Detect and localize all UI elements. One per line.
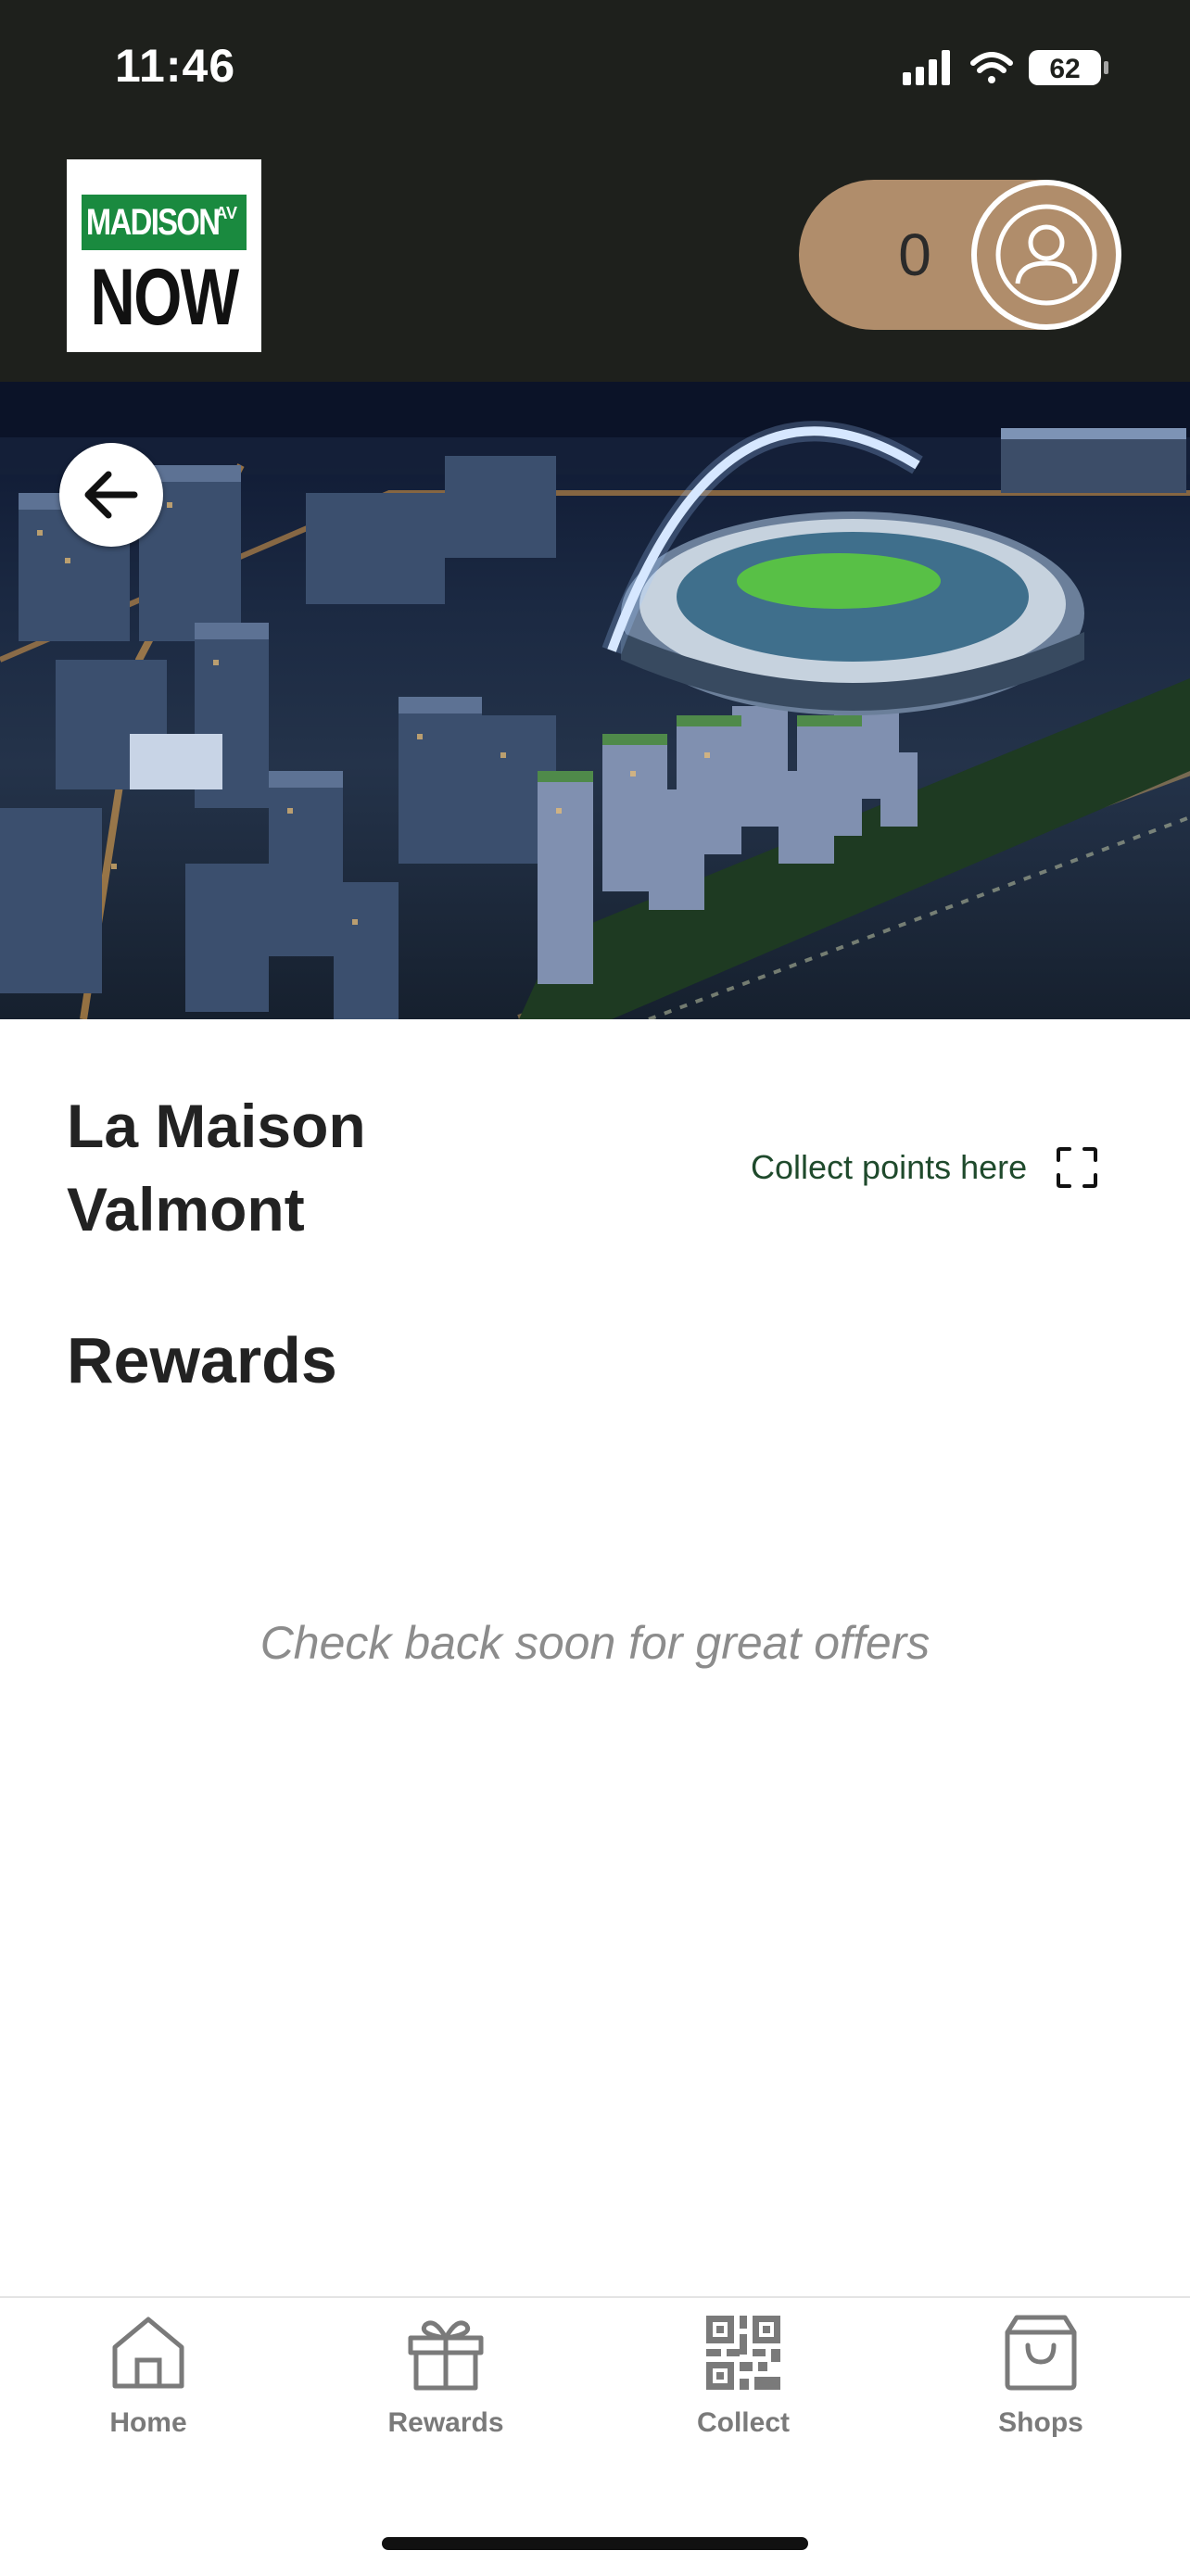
nav-collect-label: Collect bbox=[696, 2407, 791, 2438]
arrow-left-icon bbox=[84, 471, 138, 519]
status-icons: 62 bbox=[903, 44, 1116, 91]
logo-line1: MADISON bbox=[85, 201, 221, 243]
points-balance-pill[interactable]: 0 bbox=[799, 180, 1121, 330]
nav-rewards-label: Rewards bbox=[387, 2407, 504, 2438]
status-time: 11:46 bbox=[115, 40, 236, 92]
shopping-bag-icon bbox=[1005, 2315, 1077, 2391]
rewards-empty-message: Check back soon for great offers bbox=[260, 1617, 930, 1669]
store-hero-image bbox=[0, 382, 1190, 1019]
nav-shops-label: Shops bbox=[998, 2407, 1083, 2438]
logo-suffix: AV bbox=[215, 204, 237, 222]
nav-home-label: Home bbox=[109, 2407, 187, 2438]
points-value: 0 bbox=[898, 221, 931, 288]
logo-street-sign: MADISON AV bbox=[82, 195, 247, 250]
wifi-icon bbox=[970, 52, 1013, 83]
logo-line2: NOW bbox=[90, 253, 239, 342]
battery-level: 62 bbox=[1049, 54, 1080, 84]
battery-icon: 62 bbox=[1029, 50, 1108, 85]
app-header: 11:46 62 MADISON AV NOW 0 bbox=[0, 0, 1190, 382]
qr-code-icon bbox=[706, 2316, 780, 2390]
gift-icon bbox=[408, 2320, 484, 2391]
nav-shops[interactable]: Shops bbox=[948, 2311, 1133, 2450]
nav-collect[interactable]: Collect bbox=[651, 2311, 836, 2450]
scan-icon bbox=[1057, 1147, 1098, 1188]
store-name: La Maison Valmont bbox=[67, 1092, 366, 1244]
profile-button[interactable] bbox=[971, 180, 1121, 330]
rewards-heading: Rewards bbox=[67, 1324, 337, 1396]
user-icon bbox=[995, 204, 1097, 306]
nav-rewards[interactable]: Rewards bbox=[353, 2311, 538, 2450]
cellular-signal-icon bbox=[903, 50, 950, 85]
home-indicator bbox=[382, 2537, 808, 2550]
bottom-navigation: Home Rewards Collect Shops bbox=[0, 2296, 1190, 2576]
madison-av-now-logo[interactable]: MADISON AV NOW bbox=[67, 159, 261, 352]
collect-points-link[interactable]: Collect points here bbox=[751, 1140, 1099, 1195]
stadium-aerial-illustration bbox=[0, 382, 1190, 1019]
collect-points-label: Collect points here bbox=[751, 1148, 1028, 1186]
home-icon bbox=[112, 2317, 184, 2389]
nav-home[interactable]: Home bbox=[56, 2311, 241, 2450]
back-button[interactable] bbox=[59, 443, 163, 547]
